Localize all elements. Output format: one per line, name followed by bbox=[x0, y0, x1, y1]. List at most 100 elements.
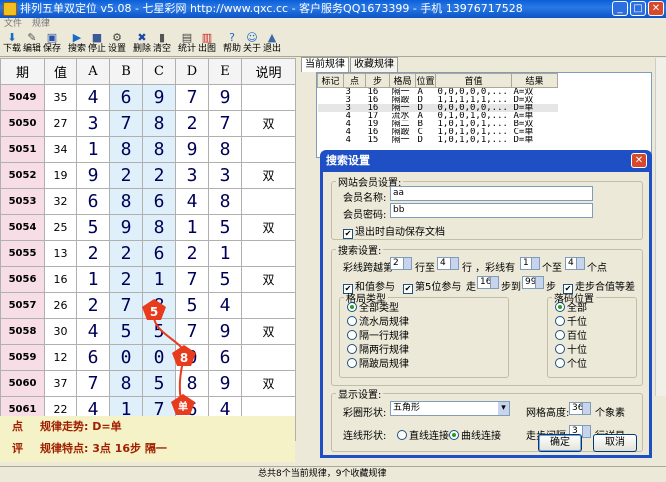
rule-trend-row: 点 规律走势: D=单 bbox=[0, 416, 295, 438]
maximize-button[interactable]: □ bbox=[630, 1, 646, 16]
dialog-body: 网站会员设置: 会员名称: aa 会员密码: bb ✔ 退出时自动保存文档 搜索设… bbox=[323, 172, 649, 455]
digit-cell: 7 bbox=[76, 370, 110, 397]
rules-header-4[interactable]: 位置 bbox=[415, 73, 436, 88]
position-option-3[interactable]: 十位 bbox=[555, 344, 587, 358]
digit-cell: 2 bbox=[109, 240, 143, 267]
pattern-option-3[interactable]: 隔两行规律 bbox=[347, 344, 409, 358]
member-name-input[interactable]: aa bbox=[390, 186, 593, 201]
points-to-spinner[interactable]: 4 bbox=[565, 257, 585, 270]
digit-cell: 5 bbox=[142, 370, 176, 397]
autosave-checkbox[interactable]: ✔ 退出时自动保存文档 bbox=[343, 223, 445, 239]
position-option-4[interactable]: 个位 bbox=[555, 358, 587, 372]
digit-cell: 8 bbox=[142, 110, 176, 137]
rules-header-2[interactable]: 步 bbox=[365, 73, 390, 88]
rules-row[interactable]: 3 16 隔跛 D 1,1,1,1,1,... D=双 bbox=[318, 96, 558, 104]
rules-cell: A=单 bbox=[513, 112, 534, 120]
window-title: 排列五单双定位 v5.08 - 七星彩网 http://www.qxc.cc -… bbox=[20, 2, 523, 15]
shape-combo[interactable]: 五角形 bbox=[390, 401, 510, 416]
stop-icon: ■ bbox=[91, 31, 103, 44]
toolbar-button-3[interactable]: ▶ 搜索 bbox=[67, 31, 87, 57]
rules-header-6[interactable]: 结果 bbox=[511, 73, 558, 88]
position-option-label: 个位 bbox=[567, 359, 587, 370]
rules-header-0[interactable]: 标记 bbox=[317, 73, 344, 88]
position-option-0[interactable]: 全部 bbox=[555, 302, 587, 316]
close-window-button[interactable]: ✕ bbox=[648, 1, 664, 16]
rules-row[interactable]: 4 17 流水 A 0,1,0,1,0,... A=单 bbox=[318, 112, 558, 120]
pattern-option-0[interactable]: 全部类型 bbox=[347, 302, 409, 316]
rules-cell bbox=[318, 112, 344, 120]
link-straight-radio[interactable]: 直线连接 bbox=[397, 427, 449, 442]
grid-height-spinner[interactable]: 36 bbox=[569, 402, 591, 415]
walk-from-spinner[interactable]: 16 bbox=[477, 276, 499, 289]
dialog-close-button[interactable]: ✕ bbox=[631, 153, 647, 168]
ok-button[interactable]: 确定 bbox=[538, 434, 582, 452]
rules-cell: C=单 bbox=[513, 128, 534, 136]
walk-to-spinner[interactable]: 99 bbox=[522, 276, 544, 289]
toolbar-button-8[interactable]: ▤ 统计 bbox=[177, 31, 197, 57]
minimize-button[interactable]: _ bbox=[612, 1, 628, 16]
rules-cell: 0,0,0,0,0,... bbox=[437, 87, 508, 96]
digit-cell: 6 bbox=[208, 344, 242, 371]
member-pass-input[interactable]: bb bbox=[390, 203, 593, 218]
rules-row[interactable]: 3 16 隔一 D 0,0,0,0,0,... D=单 bbox=[317, 104, 558, 112]
toolbar-button-4[interactable]: ■ 停止 bbox=[87, 31, 107, 57]
toolbar-button-2[interactable]: ▣ 保存 bbox=[42, 31, 62, 57]
toolbar-button-9[interactable]: ▥ 出图 bbox=[197, 31, 217, 57]
grid-row: 5050 27 3 7 8 2 7 双 bbox=[0, 110, 296, 137]
position-option-2[interactable]: 百位 bbox=[555, 330, 587, 344]
cancel-button[interactable]: 取消 bbox=[593, 434, 637, 452]
rules-cell: 1,1,1,1,1,... bbox=[437, 96, 508, 104]
period-cell: 5050 bbox=[0, 110, 45, 137]
link-curve-radio[interactable]: 曲线连接 bbox=[449, 427, 501, 442]
toolbar-button-12[interactable]: ▲ 退出 bbox=[262, 31, 282, 57]
search-settings-dialog: 搜索设置 ✕ 网站会员设置: 会员名称: aa 会员密码: bb ✔ 退出时自动保… bbox=[320, 150, 652, 458]
menu-rules[interactable]: 规律 bbox=[32, 18, 50, 31]
rules-cell: 隔一 bbox=[389, 104, 416, 112]
note-cell bbox=[241, 344, 296, 371]
toolbar-button-6[interactable]: ✖ 删除 bbox=[132, 31, 152, 57]
span-from-spinner[interactable]: 2 bbox=[390, 257, 412, 270]
window-titlebar: 排列五单双定位 v5.08 - 七星彩网 http://www.qxc.cc -… bbox=[0, 0, 666, 18]
tab-current-rules[interactable]: 当前规律 bbox=[301, 57, 349, 72]
position-option-1[interactable]: 千位 bbox=[555, 316, 587, 330]
digit-cell: 8 bbox=[109, 370, 143, 397]
span-to-spinner[interactable]: 4 bbox=[437, 257, 459, 270]
toolbar-button-5[interactable]: ⚙ 设置 bbox=[107, 31, 127, 57]
period-cell: 5056 bbox=[0, 266, 45, 293]
tab-favorite-rules[interactable]: 收藏规律 bbox=[350, 57, 398, 72]
sum-cell: 27 bbox=[44, 110, 77, 137]
autosave-label: 退出时自动保存文档 bbox=[355, 227, 445, 238]
position-option-radio-icon bbox=[555, 358, 565, 368]
rules-list[interactable]: 标记点步格局 位置 首值 结果 3 16 隔一 A 0,0,0,0,0,... A=双 3 16 隔跛… bbox=[316, 72, 652, 158]
note-cell: 双 bbox=[241, 266, 296, 293]
toolbar-button-11[interactable]: ☺ 关于 bbox=[242, 31, 262, 57]
toolbar-button-1[interactable]: ✎ 编辑 bbox=[22, 31, 42, 57]
digit-cell: 7 bbox=[109, 110, 143, 137]
rules-row[interactable]: 4 15 隔一 D 1,0,1,0,1,... D=单 bbox=[318, 136, 558, 144]
rules-row[interactable]: 3 16 隔一 A 0,0,0,0,0,... A=双 bbox=[318, 87, 558, 96]
rules-header-5[interactable]: 首值 bbox=[435, 73, 512, 88]
rules-cell: A bbox=[417, 112, 423, 120]
menu-file[interactable]: 文件 bbox=[4, 18, 22, 31]
toolbar-button-label: 退出 bbox=[262, 44, 281, 54]
toolbar-button-7[interactable]: ▮ 清空 bbox=[152, 31, 172, 57]
pattern-option-2[interactable]: 隔一行规律 bbox=[347, 330, 409, 344]
rules-cell: D bbox=[417, 136, 423, 144]
rules-row[interactable]: 4 16 隔跛 C 1,0,1,0,1,... C=单 bbox=[318, 128, 558, 136]
digit-cell: 4 bbox=[208, 292, 242, 319]
digit-cell: 9 bbox=[208, 318, 242, 345]
toolbar-button-0[interactable]: ⬇ 下载 bbox=[2, 31, 22, 57]
status-bar: 总共8个当前规律，9个收藏规律 bbox=[0, 466, 666, 482]
rules-header-3[interactable]: 格局 bbox=[389, 73, 416, 88]
vertical-scrollbar[interactable] bbox=[655, 58, 666, 396]
toolbar-button-10[interactable]: ? 帮助 bbox=[222, 31, 242, 57]
rules-row[interactable]: 4 19 隔二 B 1,0,1,0,1,... B=双 bbox=[318, 120, 558, 128]
points-from-spinner[interactable]: 1 bbox=[520, 257, 540, 270]
rules-header-1[interactable]: 点 bbox=[343, 73, 366, 88]
pattern-option-label: 隔跛局规律 bbox=[359, 359, 409, 370]
points-suffix-label: 个点 bbox=[587, 263, 607, 274]
pattern-option-4[interactable]: 隔跛局规律 bbox=[347, 358, 409, 372]
pattern-option-1[interactable]: 流水局规律 bbox=[347, 316, 409, 330]
grid-height-label: 网格高度: bbox=[526, 408, 570, 419]
link-curve-label: 曲线连接 bbox=[461, 431, 501, 442]
